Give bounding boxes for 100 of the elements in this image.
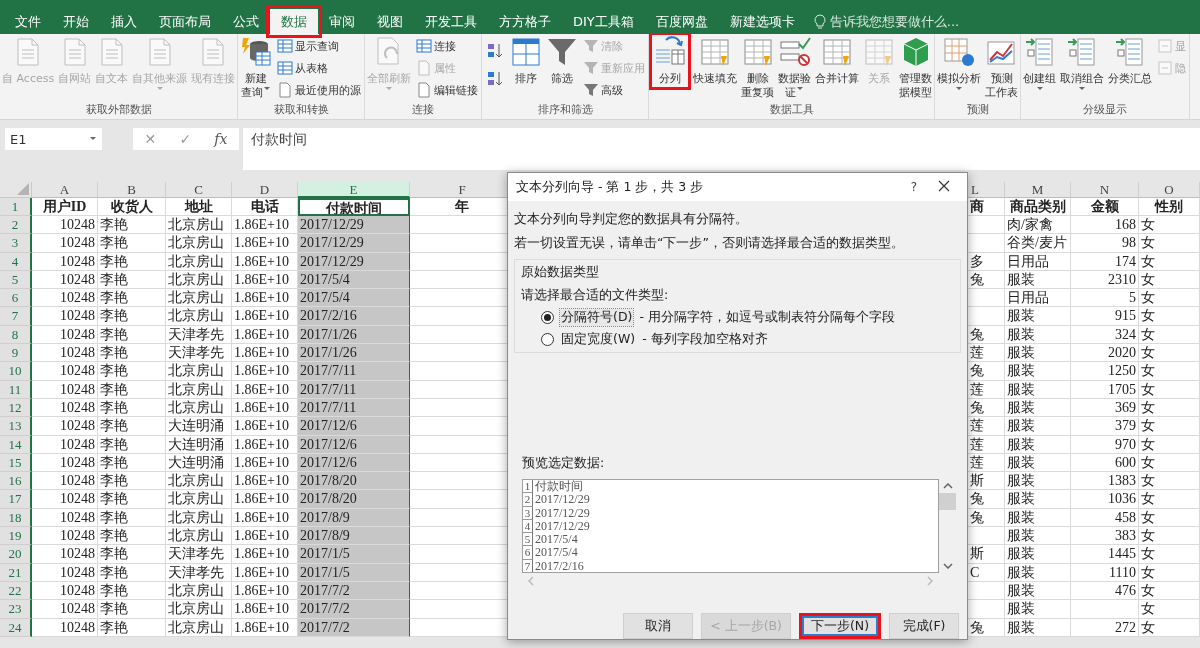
help-button[interactable]: ? xyxy=(899,180,929,194)
table-cell: 1705 xyxy=(1071,380,1139,399)
ribbon-button[interactable]: 高级 xyxy=(583,80,646,100)
ribbon-button[interactable]: 筛选 xyxy=(545,36,580,86)
row-header[interactable]: 10 xyxy=(0,362,32,381)
dialog-button[interactable]: 取消 xyxy=(623,613,694,639)
column-header[interactable]: B xyxy=(98,182,166,198)
column-header[interactable]: C xyxy=(166,182,232,198)
ribbon-button[interactable]: 新建 查询 xyxy=(239,36,274,100)
row-header[interactable]: 16 xyxy=(0,472,32,491)
scrollbar-thumb[interactable] xyxy=(939,493,956,510)
ribbon-tab[interactable]: 公式 xyxy=(222,9,270,34)
radio-button[interactable] xyxy=(541,332,554,346)
ribbon-button[interactable]: 创建组 xyxy=(1022,36,1058,96)
ribbon-tab[interactable]: 百度网盘 xyxy=(644,9,719,34)
ribbon-button[interactable]: 数据验 证 xyxy=(777,36,813,100)
insert-function-button[interactable]: fx xyxy=(214,131,228,147)
cancel-button[interactable]: ✕ xyxy=(144,131,157,147)
table-cell: 98 xyxy=(1071,234,1139,253)
preview-line: 2017/12/29 xyxy=(534,519,590,534)
column-header[interactable]: O xyxy=(1139,182,1200,198)
preview-line: 2017/5/4 xyxy=(534,533,578,547)
ribbon-tab[interactable]: 文件 xyxy=(4,9,52,34)
ribbon-button[interactable]: 管理数 据模型 xyxy=(898,36,934,100)
table-cell: 女 xyxy=(1139,270,1200,290)
ribbon-tab[interactable]: 新建选项卡 xyxy=(718,9,806,34)
table-cell: 5 xyxy=(1071,289,1139,308)
dialog-button[interactable]: 下一步(N) xyxy=(799,613,881,639)
ribbon-button[interactable]: 删除 重复项 xyxy=(740,36,776,100)
row-header[interactable]: 19 xyxy=(0,527,32,546)
ribbon-button[interactable]: 取消组合 xyxy=(1059,36,1106,96)
line-number: 5 xyxy=(523,533,533,547)
table-cell: 10248 xyxy=(32,563,98,582)
table-cell: 379 xyxy=(1071,417,1139,436)
ribbon-tab[interactable]: 开始 xyxy=(52,9,100,34)
table-cell: 324 xyxy=(1071,325,1139,345)
option-label[interactable]: 固定宽度(W) xyxy=(560,330,637,348)
row-header[interactable]: 3 xyxy=(0,234,32,253)
table-cell: 600 xyxy=(1071,453,1139,473)
column-header[interactable]: L xyxy=(968,182,1005,198)
table-cell: 服装 xyxy=(1005,618,1071,637)
row-header[interactable]: 1 xyxy=(0,198,32,216)
row-header[interactable]: 20 xyxy=(0,545,32,564)
ribbon-button[interactable]: 显示查询 xyxy=(277,36,362,56)
table-cell: 北京房山 xyxy=(166,527,232,546)
line-number: 1 xyxy=(523,480,533,494)
dialog-button[interactable]: 完成(F) xyxy=(889,613,959,639)
column-header[interactable]: M xyxy=(1005,182,1071,198)
ribbon-tab[interactable]: 审阅 xyxy=(318,9,366,34)
ribbon-tab[interactable]: DIY工具箱 xyxy=(562,9,645,34)
table-cell: 970 xyxy=(1071,435,1139,454)
ribbon-button[interactable]: 合并计算 xyxy=(814,36,861,86)
ribbon-button[interactable]: 分类汇总 xyxy=(1107,36,1154,86)
table-cell: 272 xyxy=(1071,618,1139,637)
row-header[interactable]: 6 xyxy=(0,289,32,308)
ribbon-button[interactable]: 预测 工作表 xyxy=(984,36,1020,100)
table-icon xyxy=(277,60,294,76)
name-box[interactable]: E1 xyxy=(5,128,102,150)
ribbon-button[interactable]: 排序 xyxy=(509,36,544,86)
column-header[interactable]: D xyxy=(232,182,298,198)
row-header[interactable]: 17 xyxy=(0,490,32,509)
ribbon-tab[interactable]: 方方格子 xyxy=(488,9,562,34)
row-header[interactable]: 23 xyxy=(0,600,32,619)
ribbon-button[interactable]: 最近使用的源 xyxy=(277,80,362,100)
ribbon-button[interactable]: 从表格 xyxy=(277,58,362,78)
table-cell: 服装 xyxy=(1005,527,1071,546)
radio-button[interactable] xyxy=(541,310,554,324)
funnel-icon xyxy=(583,38,600,54)
ribbon-button[interactable]: 编辑链接 xyxy=(416,80,479,100)
ribbon-button[interactable]: 快速填充 xyxy=(692,36,739,86)
table-cell: 2017/1/5 xyxy=(298,545,410,564)
table-cell: 北京房山 xyxy=(166,618,232,637)
row-header[interactable]: 13 xyxy=(0,417,32,436)
table-cell: 10248 xyxy=(32,600,98,619)
ribbon-tab[interactable]: 开发工具 xyxy=(414,9,488,34)
table-cell: 北京房山 xyxy=(166,600,232,619)
table-cell: 李艳 xyxy=(98,527,166,546)
formula-field[interactable]: 付款时间 xyxy=(243,128,1200,170)
ribbon-button[interactable]: 模拟分析 xyxy=(936,36,983,96)
preview-label: 预览选定数据: xyxy=(521,454,606,472)
table-cell: 服装 xyxy=(1005,362,1071,381)
row-header[interactable]: 7 xyxy=(0,307,32,326)
ribbon-tab[interactable]: 页面布局 xyxy=(148,9,222,34)
ribbon-tab[interactable]: 视图 xyxy=(366,9,414,34)
close-icon[interactable] xyxy=(938,179,950,192)
ribbon-button[interactable]: 连接 xyxy=(416,36,479,56)
search-hint[interactable]: 告诉我您想要做什么... xyxy=(829,12,960,31)
table-cell: 女 xyxy=(1139,508,1200,528)
column-header[interactable]: E xyxy=(298,182,410,198)
table-cell: 174 xyxy=(1071,252,1139,271)
row-header[interactable]: 2 xyxy=(0,216,32,235)
table-cell: 李艳 xyxy=(98,600,166,619)
column-header[interactable]: N xyxy=(1071,182,1139,198)
row-header[interactable]: 9 xyxy=(0,344,32,363)
option-label[interactable]: 分隔符号(D) xyxy=(560,308,634,326)
table-cell: 女 xyxy=(1139,234,1200,253)
ribbon-button[interactable]: 分列 xyxy=(653,36,688,86)
table-cell: 北京房山 xyxy=(166,234,232,253)
column-header[interactable]: A xyxy=(32,182,98,198)
ribbon-tab[interactable]: 插入 xyxy=(100,9,148,34)
